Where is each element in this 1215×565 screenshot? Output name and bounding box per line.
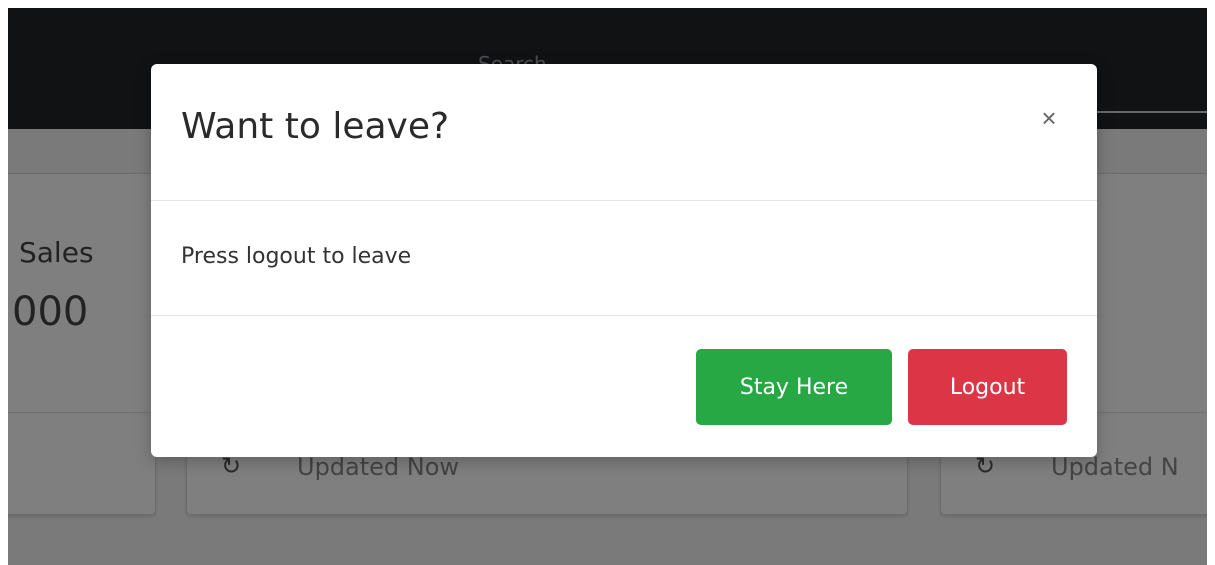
- modal-footer: Stay Here Logout: [151, 316, 1097, 457]
- close-button[interactable]: ×: [1035, 104, 1063, 132]
- stay-here-button[interactable]: Stay Here: [696, 349, 892, 425]
- logout-button[interactable]: Logout: [908, 349, 1067, 425]
- modal-body-text: Press logout to leave: [181, 244, 412, 269]
- modal-header: Want to leave? ×: [151, 64, 1097, 201]
- modal-title: Want to leave?: [181, 106, 450, 147]
- logout-modal: Want to leave? × Press logout to leave S…: [151, 64, 1097, 457]
- modal-body: Press logout to leave: [151, 201, 1097, 316]
